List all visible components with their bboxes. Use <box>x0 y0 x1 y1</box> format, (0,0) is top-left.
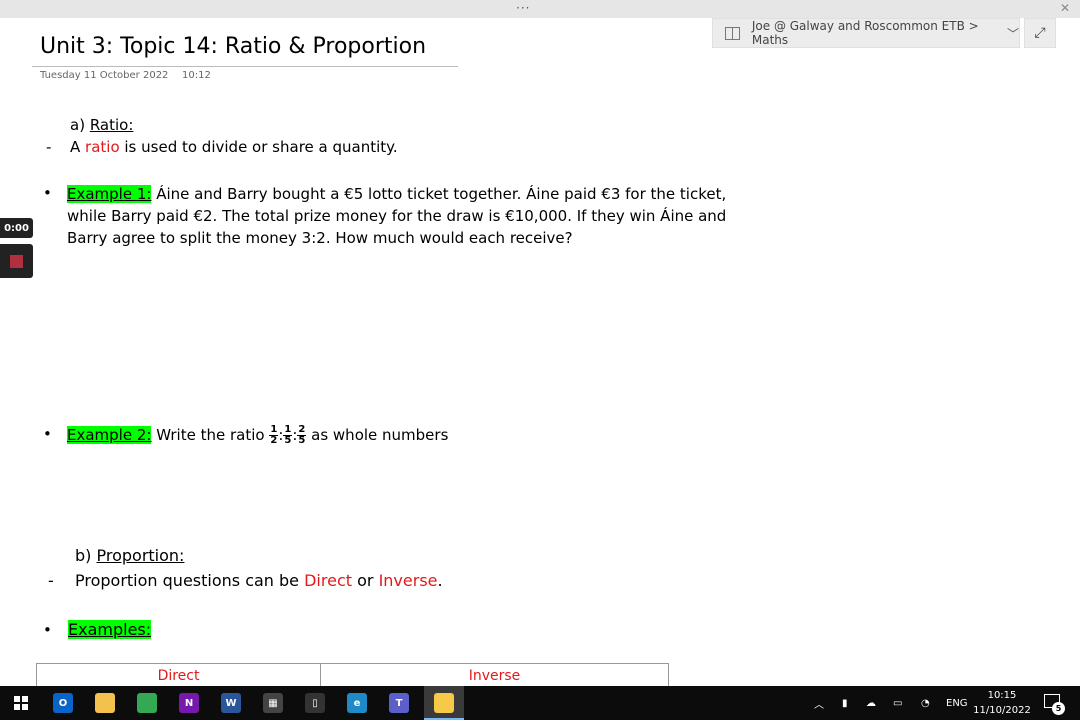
language-indicator[interactable]: ENG <box>946 686 968 720</box>
table-header-inverse[interactable]: Inverse <box>320 663 669 689</box>
expand-button[interactable]: ⤢ <box>1024 18 1056 48</box>
section-b-prefix: b) <box>75 546 92 565</box>
section-b-heading[interactable]: b) Proportion: <box>75 545 184 567</box>
ratio-def-part2: is used to divide or share a quantity. <box>119 138 398 156</box>
window-close-icon[interactable]: ✕ <box>1060 1 1070 15</box>
example-2-label: Example 2: <box>67 426 152 444</box>
proportion-text: Proportion questions can be <box>75 571 305 590</box>
section-a-prefix: a) <box>70 116 86 134</box>
ratio-keyword: ratio <box>85 138 120 156</box>
ratio-dash: - <box>46 138 52 156</box>
example-2-suffix: as whole numbers <box>306 426 449 444</box>
proportion-end: . <box>437 571 443 590</box>
expand-icon: ⤢ <box>1034 25 1046 41</box>
window-menu-dots-icon[interactable]: ··· <box>516 1 530 15</box>
bullet-examples: • <box>43 621 52 639</box>
tray-overflow-icon[interactable]: ︿ <box>814 686 824 720</box>
clock-time: 10:15 <box>987 690 1017 701</box>
chevron-down-icon[interactable]: ﹀ <box>1007 25 1019 42</box>
file-explorer-icon[interactable] <box>95 693 115 713</box>
fraction-1: 12 <box>269 424 279 446</box>
example-2-text: Write the ratio <box>151 426 270 444</box>
notebook-icon <box>725 26 740 40</box>
example-1-text: Áine and Barry bought a €5 lotto ticket … <box>151 185 727 203</box>
battery-icon[interactable]: ▭ <box>893 686 902 720</box>
recording-timer: 0:00 <box>0 218 33 238</box>
title-divider <box>32 66 458 67</box>
bullet-example-2: • <box>43 425 52 443</box>
example-1-line-2[interactable]: while Barry paid €2. The total prize mon… <box>67 205 726 227</box>
table-header-row: Direct Inverse <box>35 663 669 689</box>
taskbar: O N W ▦ ▯ e T ︿ ▮ ☁ ▭ ◔ ENG 10:15 11/10/2022 5 <box>0 686 1080 720</box>
proportion-direct: Direct <box>304 571 353 590</box>
system-clock[interactable]: 10:15 11/10/2022 <box>972 688 1032 718</box>
edge-icon[interactable]: e <box>347 693 367 713</box>
teams-icon[interactable]: T <box>389 693 409 713</box>
sticky-notes-icon[interactable] <box>434 693 454 713</box>
window-top-bar: ··· ✕ <box>0 0 1080 18</box>
examples-label: Examples: <box>68 620 152 639</box>
microphone-icon[interactable]: ▮ <box>842 686 848 720</box>
examples-heading[interactable]: Examples: <box>68 619 152 641</box>
proportion-definition[interactable]: Proportion questions can be Direct or In… <box>75 570 443 592</box>
ratio-definition[interactable]: A ratio is used to divide or share a qua… <box>70 136 398 158</box>
page-time: 10:12 <box>182 70 211 81</box>
example-1-line-3[interactable]: Barry agree to split the money 3:2. How … <box>67 227 573 249</box>
notification-count: 5 <box>1052 702 1065 715</box>
proportion-dash: - <box>48 571 54 590</box>
windows-start-icon[interactable] <box>14 696 28 710</box>
calculator-icon[interactable]: ▦ <box>263 693 283 713</box>
stop-recording-button[interactable] <box>0 244 33 278</box>
proportion-inverse: Inverse <box>378 571 438 590</box>
breadcrumb-text: Joe @ Galway and Roscommon ETB > Maths <box>751 19 979 47</box>
stop-icon <box>10 254 23 268</box>
bullet-example-1: • <box>43 184 52 202</box>
section-a-label: Ratio: <box>89 116 134 134</box>
clock-date: 11/10/2022 <box>973 705 1031 716</box>
example-1-label: Example 1: <box>67 185 152 203</box>
page-date: Tuesday 11 October 2022 <box>40 70 169 81</box>
page-title[interactable]: Unit 3: Topic 14: Ratio & Proportion <box>40 34 426 59</box>
outlook-icon[interactable]: O <box>53 693 73 713</box>
example-1-line-1[interactable]: Example 1: Áine and Barry bought a €5 lo… <box>67 183 726 205</box>
example-2-line[interactable]: Example 2: Write the ratio 12:15:25 as w… <box>67 421 448 449</box>
word-icon[interactable]: W <box>221 693 241 713</box>
table-header-direct[interactable]: Direct <box>35 663 322 689</box>
section-b-label: Proportion: <box>96 546 185 565</box>
chrome-icon[interactable] <box>137 693 157 713</box>
proportion-or: or <box>352 571 379 590</box>
onedrive-icon[interactable]: ☁ <box>866 686 876 720</box>
section-a-heading[interactable]: a) Ratio: <box>70 114 133 136</box>
onenote-icon[interactable]: N <box>179 693 199 713</box>
ratio-def-part1: A <box>70 138 86 156</box>
phone-icon[interactable]: ▯ <box>305 693 325 713</box>
breadcrumb[interactable]: Joe @ Galway and Roscommon ETB > Maths ﹀ <box>712 18 1020 48</box>
fraction-2: 15 <box>283 424 293 446</box>
wifi-icon[interactable]: ◔ <box>921 686 930 720</box>
